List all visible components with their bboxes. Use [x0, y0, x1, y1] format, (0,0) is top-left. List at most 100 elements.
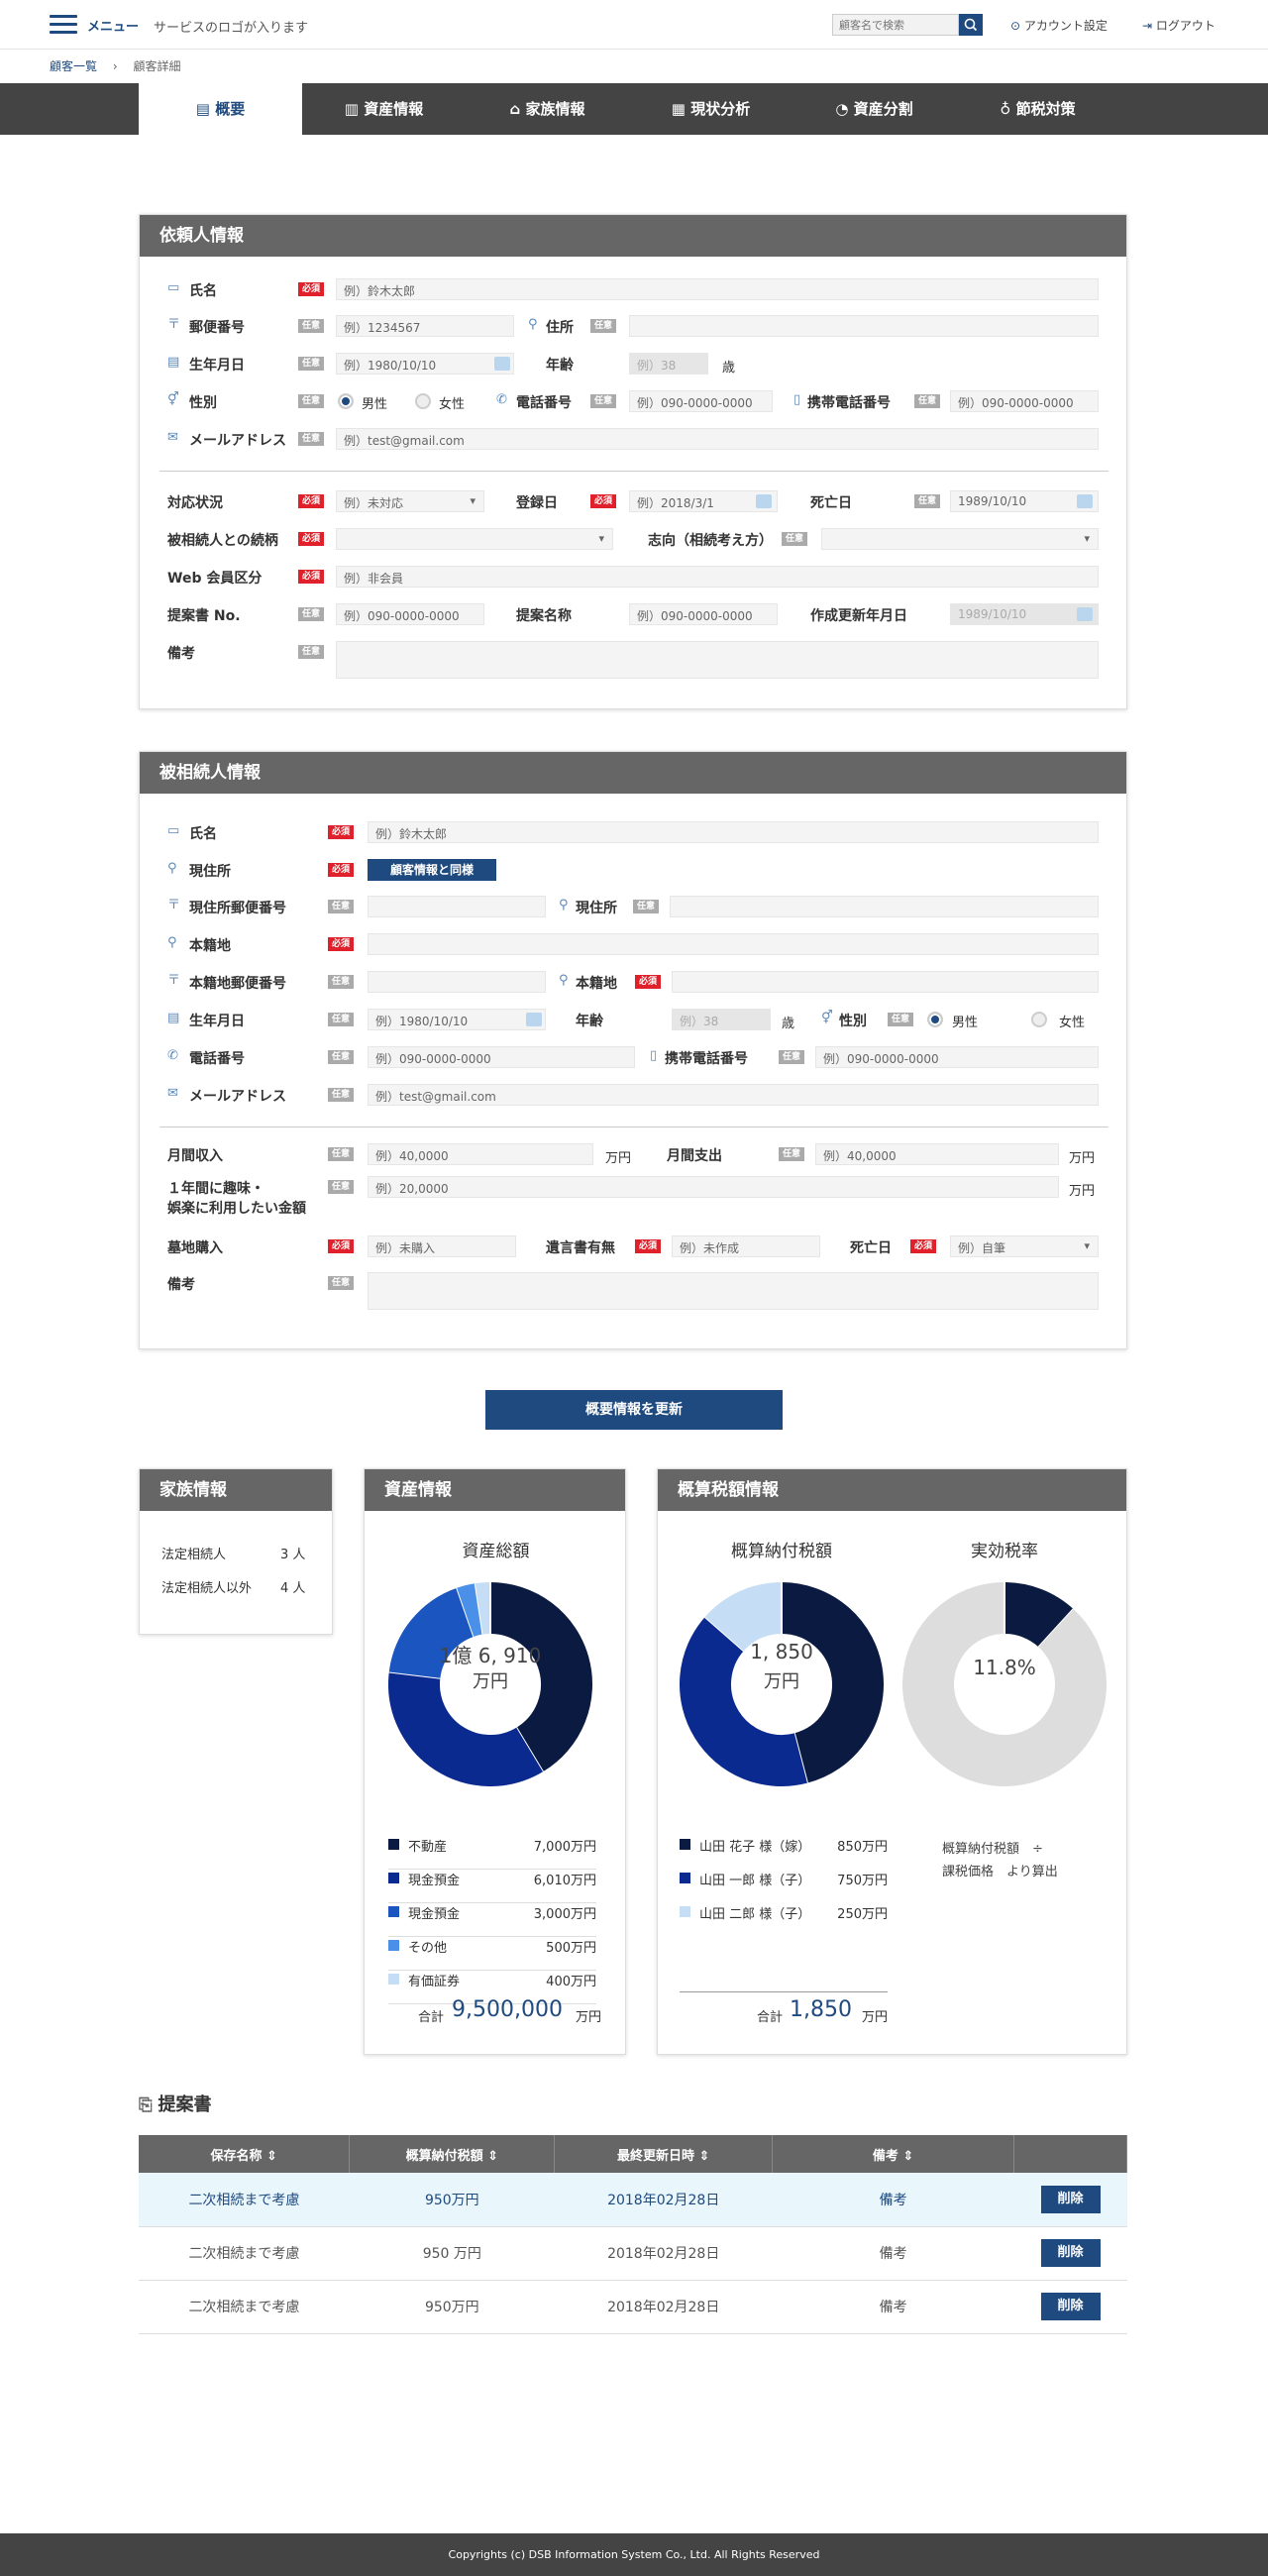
delete-button[interactable]: 削除 [1040, 2293, 1101, 2320]
relation-select[interactable] [336, 528, 613, 550]
dec-current-address-label: 現住所 [189, 864, 231, 880]
optional-badge: 任意 [590, 394, 616, 408]
dec-memo-textarea[interactable] [368, 1272, 1099, 1310]
asset-center-value: 1億 6, 910 [439, 1644, 542, 1667]
tax-pay-title: 概算納付税額 [731, 1542, 832, 1561]
search-input[interactable] [832, 14, 959, 36]
tax-sum-value: 1,850 [790, 1997, 852, 2022]
gender-icon: ⚥ [167, 392, 179, 407]
phone-icon: ✆ [496, 392, 507, 407]
required-badge: 必須 [298, 570, 324, 584]
dec-cur-addr-input[interactable] [670, 896, 1099, 917]
required-badge: 必須 [328, 863, 354, 877]
dec-domicile-input[interactable] [368, 933, 1099, 955]
dec-cur-zip-input[interactable] [368, 896, 546, 917]
dec-mobile-input[interactable]: 例）090-0000-0000 [815, 1046, 1099, 1068]
client-birth-input[interactable]: 例）1980/10/10 [336, 353, 514, 375]
update-overview-button[interactable]: 概要情報を更新 [485, 1390, 783, 1430]
tab-division[interactable]: ◔ 資産分割 [792, 83, 956, 135]
client-address-input[interactable] [629, 315, 1099, 337]
dec-birth-input[interactable]: 例）1980/10/10 [368, 1009, 546, 1030]
dec-name-input[interactable]: 例）鈴木太郎 [368, 821, 1099, 843]
legend-swatch [680, 1839, 690, 1850]
hamburger-icon[interactable] [50, 15, 77, 35]
dec-cur-zip-label: 現住所郵便番号 [189, 901, 286, 916]
legend-swatch [388, 1839, 399, 1850]
client-mobile-input[interactable]: 例）090-0000-0000 [950, 390, 1099, 412]
status-select[interactable]: 例）未対応 [336, 490, 484, 512]
proposal-no-input[interactable]: 例）090-0000-0000 [336, 603, 484, 625]
male-radio[interactable] [338, 393, 354, 409]
will-label: 遺言書有無 [546, 1240, 615, 1256]
col-header-tax[interactable]: 概算納付税額 ⇕ [349, 2135, 556, 2173]
intent-select[interactable] [821, 528, 1099, 550]
card-title: 資産情報 [365, 1469, 625, 1511]
income-input[interactable]: 例）40,0000 [368, 1143, 593, 1165]
female-radio[interactable] [415, 393, 431, 409]
cell-name: 二次相続まで考慮 [139, 2280, 350, 2334]
yen-unit: 万円 [1069, 1184, 1096, 1199]
rate-slice [1003, 1582, 1074, 1649]
male-radio[interactable] [927, 1012, 943, 1027]
age-unit: 歳 [722, 361, 736, 376]
legend-label: その他 [408, 1941, 448, 1956]
dec-dom-zip-input[interactable] [368, 971, 546, 993]
col-header-note[interactable]: 備考 ⇕ [772, 2135, 1015, 2173]
breadcrumb-customer-list[interactable]: 顧客一覧 [50, 59, 97, 73]
male-label: 男性 [952, 1016, 979, 1030]
delete-button[interactable]: 削除 [1040, 2239, 1101, 2267]
asset-info-card: 資産情報 資産総額 1億 6, 910 万円 不動産 7,000万円 現金預金 6,0… [364, 1468, 626, 2055]
client-birth-label: 生年月日 [189, 358, 245, 374]
calendar-icon[interactable] [494, 357, 510, 371]
table-row[interactable]: 二次相続まで考慮 950 万円 2018年02月28日 備考 削除 [139, 2226, 1127, 2281]
required-badge: 必須 [328, 1239, 354, 1253]
divider [680, 1991, 888, 1992]
cell-tax: 950万円 [349, 2173, 555, 2227]
calendar-icon[interactable] [756, 494, 772, 508]
tab-assets[interactable]: ▥ 資産情報 [302, 83, 466, 135]
col-header-name[interactable]: 保存名称 ⇕ [139, 2135, 351, 2173]
hobby-input[interactable]: 例）20,0000 [368, 1176, 1059, 1198]
account-settings-link[interactable]: ⊙ アカウント設定 [1010, 17, 1108, 34]
dec-death-select[interactable]: 例）自筆 [950, 1235, 1099, 1257]
expense-input[interactable]: 例）40,0000 [815, 1143, 1059, 1165]
female-radio[interactable] [1031, 1012, 1047, 1027]
tab-overview[interactable]: ▤ 概要 [139, 83, 302, 135]
table-row[interactable]: 二次相続まで考慮 950万円 2018年02月28日 備考 削除 [139, 2173, 1127, 2227]
tax-sum-label: 合計 [757, 2010, 784, 2025]
col-header-updated[interactable]: 最終更新日時 ⇕ [554, 2135, 774, 2173]
proposal-name-input[interactable]: 例）090-0000-0000 [629, 603, 778, 625]
logout-link[interactable]: ⇥ ログアウト [1142, 17, 1215, 34]
dec-dom-addr-input[interactable] [672, 971, 1099, 993]
yen-unit: 万円 [605, 1151, 632, 1166]
legend-item: 山田 花子 様（嫁） 850万円 [680, 1836, 888, 1870]
dec-tel-input[interactable]: 例）090-0000-0000 [368, 1046, 635, 1068]
client-tel-input[interactable]: 例）090-0000-0000 [629, 390, 773, 412]
client-mail-input[interactable]: 例）test@gmail.com [336, 428, 1099, 450]
tab-analysis[interactable]: ▦ 現状分析 [629, 83, 792, 135]
asset-sum-value: 9,500,000 [452, 1997, 563, 2022]
table-row[interactable]: 二次相続まで考慮 950万円 2018年02月28日 備考 削除 [139, 2280, 1127, 2334]
will-input[interactable]: 例）未作成 [672, 1235, 820, 1257]
client-name-input[interactable]: 例）鈴木太郎 [336, 278, 1099, 300]
search-button[interactable] [959, 14, 983, 36]
web-member-input[interactable]: 例）非会員 [336, 566, 1099, 588]
tab-tax-saving[interactable]: ♁ 節税対策 [956, 83, 1119, 135]
legend-label: 有価証券 [408, 1975, 461, 1989]
calendar-icon[interactable] [526, 1013, 542, 1026]
grave-input[interactable]: 例）未購入 [368, 1235, 516, 1257]
chevron-right-icon: › [112, 59, 118, 73]
calendar-icon[interactable] [1077, 607, 1093, 621]
dec-mail-input[interactable]: 例）test@gmail.com [368, 1084, 1099, 1106]
delete-button[interactable]: 削除 [1040, 2185, 1101, 2213]
same-as-client-button[interactable]: 顧客情報と同様 [368, 859, 496, 881]
tax-center-unit: 万円 [764, 1671, 799, 1692]
legend-item: 山田 一郎 様（子） 750万円 [680, 1870, 888, 1903]
client-address-label: 住所 [546, 320, 574, 336]
menu-label[interactable]: メニュー [87, 16, 139, 35]
tab-family[interactable]: ⌂ 家族情報 [466, 83, 629, 135]
calendar-icon[interactable] [1077, 494, 1093, 508]
client-zip-input[interactable]: 例）1234567 [336, 315, 514, 337]
logout-icon: ⇥ [1142, 19, 1156, 33]
memo-textarea[interactable] [336, 641, 1099, 679]
